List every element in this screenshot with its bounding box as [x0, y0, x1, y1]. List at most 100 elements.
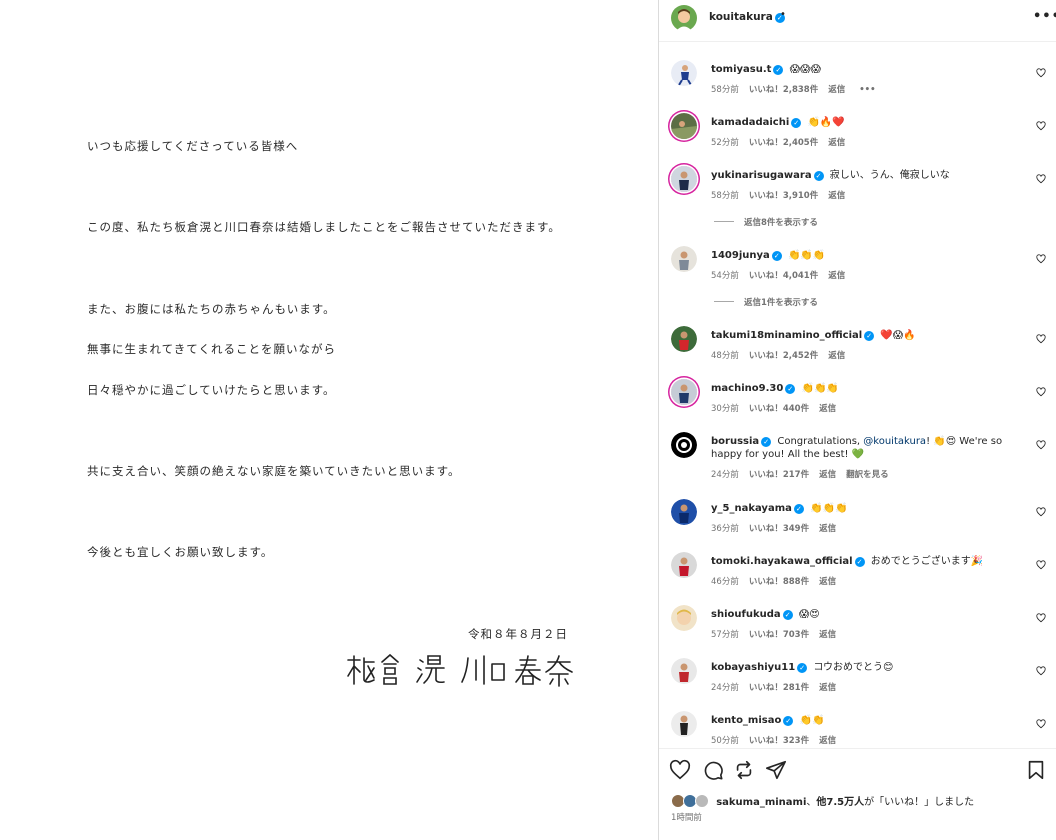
comment-likes[interactable]: いいね！349件: [749, 524, 809, 534]
like-heart-icon[interactable]: [669, 759, 691, 781]
commenter-username[interactable]: machino9.30 ✓: [711, 383, 796, 394]
commenter-username[interactable]: kobayashiyu11 ✓: [711, 662, 808, 673]
commenter-username[interactable]: takumi18minamino_official ✓: [711, 330, 875, 341]
commenter-username[interactable]: shioufukuda ✓: [711, 609, 793, 620]
reply-button[interactable]: 返信: [819, 524, 836, 534]
comment-options-icon[interactable]: •••: [859, 85, 875, 95]
replies-divider: [714, 301, 734, 302]
reply-button[interactable]: 返信: [819, 470, 836, 480]
comment-likes[interactable]: いいね！2,838件: [749, 85, 818, 95]
heart-icon[interactable]: [1036, 174, 1046, 184]
comment-likes[interactable]: いいね！440件: [749, 404, 809, 414]
comment-time: 36分前: [711, 524, 739, 534]
comment-meta: 30分前 いいね！440件 返信: [711, 402, 846, 414]
comment-likes[interactable]: いいね！3,910件: [749, 191, 818, 201]
commenter-avatar[interactable]: [671, 499, 697, 525]
heart-icon[interactable]: [1036, 334, 1046, 344]
post-timestamp[interactable]: 1時間前: [671, 811, 702, 823]
heart-icon[interactable]: [1036, 68, 1046, 78]
heart-icon[interactable]: [1036, 613, 1046, 623]
comment-likes[interactable]: いいね！281件: [749, 683, 809, 693]
commenter-username[interactable]: borussia ✓: [711, 436, 772, 447]
commenter-avatar[interactable]: [671, 379, 697, 405]
verified-badge-icon: ✓: [783, 716, 794, 726]
heart-icon[interactable]: [1036, 440, 1046, 450]
comment-time: 46分前: [711, 577, 739, 587]
commenter-username[interactable]: tomoki.hayakawa_official ✓: [711, 556, 865, 567]
view-replies-button[interactable]: 返信8件を表示する: [714, 216, 818, 228]
comment-body: 👏🔥❤️: [807, 117, 845, 128]
commenter-avatar[interactable]: [671, 113, 697, 139]
action-bar: sakuma_minami、他7.5万人が「いいね！」しました 1時間前: [659, 748, 1056, 840]
comment-likes[interactable]: いいね！2,405件: [749, 138, 818, 148]
comment-time: 30分前: [711, 404, 739, 414]
view-replies-button[interactable]: 返信1件を表示する: [714, 296, 818, 308]
commenter-username[interactable]: 1409junya ✓: [711, 250, 782, 261]
commenter-username[interactable]: kamadadaichi ✓: [711, 117, 802, 128]
comment-body: おめでとうございます🎉: [870, 556, 984, 567]
comment-meta: 58分前 いいね！2,838件 返信 •••: [711, 83, 886, 95]
bookmark-icon[interactable]: [1025, 759, 1047, 781]
heart-icon[interactable]: [1036, 719, 1046, 729]
commenter-avatar[interactable]: [671, 658, 697, 684]
heart-icon[interactable]: [1036, 560, 1046, 570]
verified-badge-icon: ✓: [773, 65, 784, 75]
commenter-avatar[interactable]: [671, 711, 697, 737]
repost-icon[interactable]: [733, 759, 755, 781]
comment-likes[interactable]: いいね！323件: [749, 736, 809, 746]
more-options-icon[interactable]: •••: [1033, 9, 1056, 24]
liker-username[interactable]: sakuma_minami: [716, 797, 806, 808]
reply-button[interactable]: 返信: [828, 138, 845, 148]
verified-badge-icon: ✓: [813, 171, 824, 181]
comment-body: 😱😍: [798, 609, 820, 620]
commenter-avatar[interactable]: [671, 60, 697, 86]
comment-meta: 36分前 いいね！349件 返信: [711, 522, 846, 534]
comment-likes[interactable]: いいね！4,041件: [749, 271, 818, 281]
reply-button[interactable]: 返信: [828, 191, 845, 201]
handwritten-signature: [347, 653, 573, 687]
translate-button[interactable]: 翻訳を見る: [846, 470, 889, 480]
reply-button[interactable]: 返信: [828, 85, 845, 95]
share-send-icon[interactable]: [765, 759, 787, 781]
commenter-avatar[interactable]: [671, 166, 697, 192]
commenter-avatar[interactable]: [671, 605, 697, 631]
comment-time: 24分前: [711, 470, 739, 480]
commenter-avatar[interactable]: [671, 246, 697, 272]
commenter-username[interactable]: tomiyasu.t ✓: [711, 64, 784, 75]
comment-time: 57分前: [711, 630, 739, 640]
reply-button[interactable]: 返信: [819, 736, 836, 746]
verified-badge-icon: ✓: [785, 384, 796, 394]
heart-icon[interactable]: [1036, 507, 1046, 517]
reply-button[interactable]: 返信: [819, 630, 836, 640]
commenter-avatar[interactable]: [671, 552, 697, 578]
reply-button[interactable]: 返信: [819, 683, 836, 693]
reply-button[interactable]: 返信: [828, 351, 845, 361]
comment-text: takumi18minamino_official ✓ ❤️😱🔥: [711, 329, 1031, 342]
comment-likes[interactable]: いいね！2,452件: [749, 351, 818, 361]
liker-avatars[interactable]: [671, 794, 713, 808]
separator-dot: •: [780, 9, 786, 20]
reply-button[interactable]: 返信: [819, 404, 836, 414]
heart-icon[interactable]: [1036, 387, 1046, 397]
commenter-username[interactable]: y_5_nakayama ✓: [711, 503, 804, 514]
letter-line: また、お腹には私たちの赤ちゃんもいます。: [87, 302, 336, 316]
heart-icon[interactable]: [1036, 666, 1046, 676]
heart-icon[interactable]: [1036, 254, 1046, 264]
author-username[interactable]: kouitakura ✓: [709, 11, 785, 23]
reply-button[interactable]: 返信: [828, 271, 845, 281]
heart-icon[interactable]: [1036, 121, 1046, 131]
author-avatar[interactable]: [671, 5, 697, 31]
likes-count[interactable]: 他7.5万人: [816, 797, 864, 808]
commenter-avatar[interactable]: [671, 326, 697, 352]
comment-likes[interactable]: いいね！217件: [749, 470, 809, 480]
commenter-username[interactable]: kento_misao ✓: [711, 715, 794, 726]
comment-bubble-icon[interactable]: [702, 759, 724, 781]
comment-likes[interactable]: いいね！888件: [749, 577, 809, 587]
commenter-username[interactable]: yukinarisugawara ✓: [711, 170, 824, 181]
comment-list[interactable]: tomiyasu.t ✓ 😱😱😱 58分前 いいね！2,838件 返信 ••• kama…: [659, 43, 1056, 747]
comment-likes[interactable]: いいね！703件: [749, 630, 809, 640]
reply-button[interactable]: 返信: [819, 577, 836, 587]
commenter-avatar[interactable]: [671, 432, 697, 458]
comment-time: 50分前: [711, 736, 739, 746]
mention-link[interactable]: @kouitakura: [863, 436, 926, 447]
